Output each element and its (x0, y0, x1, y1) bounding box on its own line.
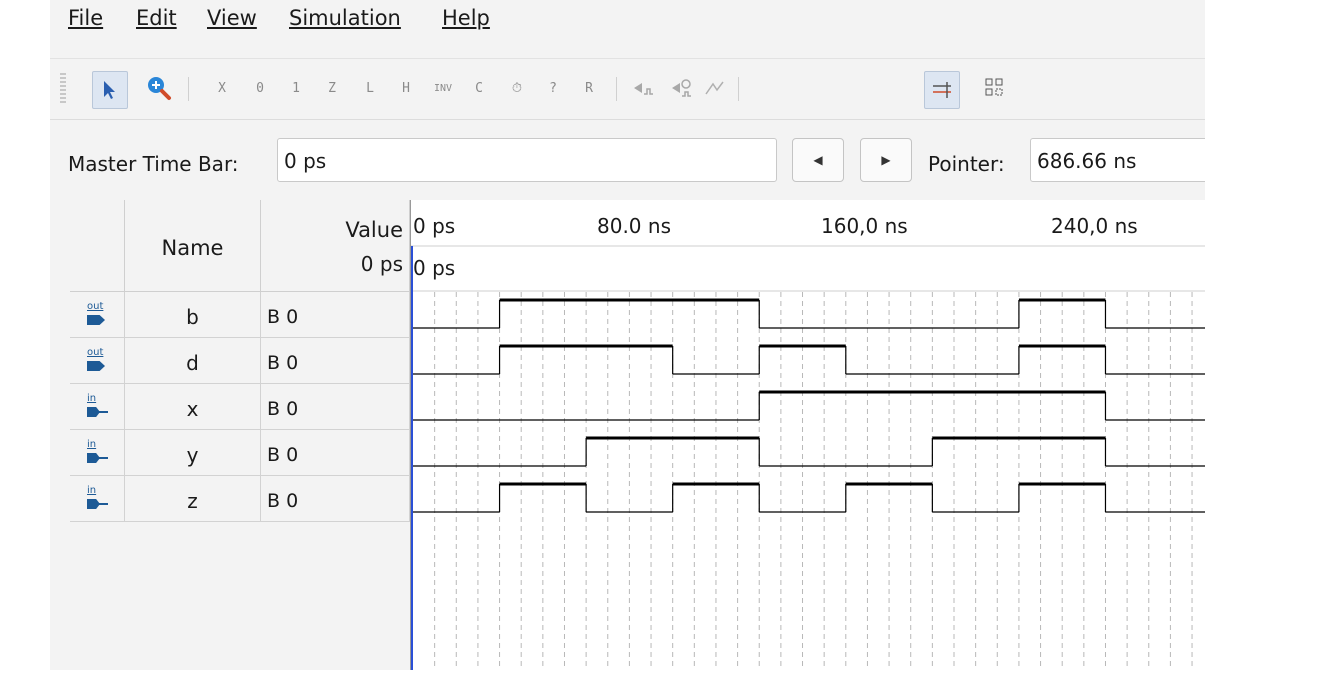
output-pin-icon: out (70, 338, 125, 384)
menu-edit-label: Edit (136, 6, 177, 30)
pointer-label: Pointer: (928, 152, 1005, 176)
previous-transition-button[interactable]: ◀ (792, 138, 844, 182)
force-high-glyph: 1 (292, 80, 300, 96)
arbitrary-value-glyph: ? (549, 80, 557, 96)
time-label-2: 160,0 ns (821, 214, 908, 238)
random-values-glyph: R (585, 80, 593, 96)
toolbar-separator (738, 77, 739, 101)
force-low-icon[interactable]: 0 (245, 73, 275, 103)
signal-row-z[interactable]: in z B 0 (70, 476, 410, 522)
run-functional-simulation-icon[interactable] (628, 73, 658, 103)
waveform-canvas[interactable] (411, 200, 1205, 670)
signal-name: b (125, 292, 261, 338)
name-column-header[interactable]: Name (125, 200, 261, 292)
menu-view[interactable]: View (207, 6, 257, 30)
menu-file-label: File (68, 6, 104, 30)
force-high-impedance-glyph: Z (328, 80, 336, 96)
selection-pointer-icon[interactable] (92, 71, 128, 109)
waveform-panel[interactable]: 0 ps 80.0 ns 160,0 ns 240,0 ns 0 ps (410, 200, 1205, 670)
toolbar-separator (616, 77, 617, 101)
toolbar: X 0 1 Z L H INV C ⏱ ? R (50, 58, 1205, 120)
previous-arrow-icon: ◀ (813, 153, 823, 167)
time-label-3: 240,0 ns (1051, 214, 1138, 238)
signal-value: B 0 (261, 338, 410, 384)
force-low-glyph: 0 (256, 80, 264, 96)
clock-glyph: ⏱ (511, 80, 523, 96)
toolbar-grip[interactable] (60, 73, 66, 103)
generate-netlist-icon[interactable] (700, 73, 730, 103)
output-pin-icon: out (70, 292, 125, 338)
signal-name: y (125, 430, 261, 476)
menu-file[interactable]: File (68, 6, 103, 30)
menu-simulation[interactable]: Simulation (289, 6, 401, 30)
input-pin-icon: in (70, 476, 125, 522)
cursor-time-label: 0 ps (413, 256, 456, 280)
menu-help[interactable]: Help (442, 6, 490, 30)
arbitrary-value-icon[interactable]: ? (538, 73, 568, 103)
time-label-0: 0 ps (413, 214, 456, 238)
count-value-glyph: C (475, 80, 483, 96)
signal-value: B 0 (261, 476, 410, 522)
signal-row-x[interactable]: in x B 0 (70, 384, 410, 430)
signal-table: Name Value 0 ps out b B 0 out d B 0 in x… (70, 200, 410, 670)
random-values-icon[interactable]: R (574, 73, 604, 103)
signal-name: z (125, 476, 261, 522)
menu-edit[interactable]: Edit (136, 6, 177, 30)
zoom-icon[interactable] (144, 73, 174, 103)
signal-row-b[interactable]: out b B 0 (70, 292, 410, 338)
signal-row-y[interactable]: in y B 0 (70, 430, 410, 476)
force-unknown-icon[interactable]: X (207, 73, 237, 103)
signal-name: d (125, 338, 261, 384)
master-time-bar-label: Master Time Bar: (68, 152, 239, 176)
weak-low-glyph: L (366, 80, 374, 96)
weak-low-icon[interactable]: L (355, 73, 385, 103)
master-time-bar-field[interactable]: 0 ps (277, 138, 777, 182)
input-pin-icon: in (70, 384, 125, 430)
run-timing-simulation-icon[interactable] (666, 73, 696, 103)
icon-column-header (70, 200, 125, 292)
time-bar-row: Master Time Bar: 0 ps ◀ ▶ Pointer: 686.6… (50, 118, 1205, 200)
count-value-icon[interactable]: C (464, 73, 494, 103)
force-unknown-glyph: X (218, 80, 226, 96)
toolbar-separator (188, 77, 189, 101)
signal-value: B 0 (261, 384, 410, 430)
next-arrow-icon: ▶ (881, 153, 891, 167)
value-header-time: 0 ps (360, 252, 403, 276)
waveform-editor-window: File Edit View Simulation Help X 0 1 Z L… (50, 0, 1205, 670)
invert-glyph: INV (433, 82, 453, 94)
value-column-header[interactable]: Value 0 ps (261, 200, 410, 292)
input-pin-icon: in (70, 430, 125, 476)
signal-row-d[interactable]: out d B 0 (70, 338, 410, 384)
pointer-field[interactable]: 686.66 ns (1030, 138, 1205, 182)
invert-icon[interactable]: INV (428, 73, 458, 103)
signal-name: x (125, 384, 261, 430)
weak-high-glyph: H (402, 80, 410, 96)
weak-high-icon[interactable]: H (391, 73, 421, 103)
menu-simulation-label: Simulation (289, 6, 401, 30)
menu-view-label: View (207, 6, 257, 30)
signal-value: B 0 (261, 430, 410, 476)
menu-bar: File Edit View Simulation Help (50, 0, 1205, 44)
name-header-label: Name (161, 236, 224, 260)
next-transition-button[interactable]: ▶ (860, 138, 912, 182)
force-high-icon[interactable]: 1 (281, 73, 311, 103)
force-high-impedance-icon[interactable]: Z (317, 73, 347, 103)
menu-help-label: Help (442, 6, 490, 30)
grid-settings-icon[interactable] (980, 73, 1010, 103)
time-label-1: 80.0 ns (597, 214, 671, 238)
value-header-label: Value (345, 218, 403, 242)
snap-to-grid-icon[interactable] (924, 71, 960, 109)
clock-icon[interactable]: ⏱ (502, 73, 532, 103)
signal-value: B 0 (261, 292, 410, 338)
